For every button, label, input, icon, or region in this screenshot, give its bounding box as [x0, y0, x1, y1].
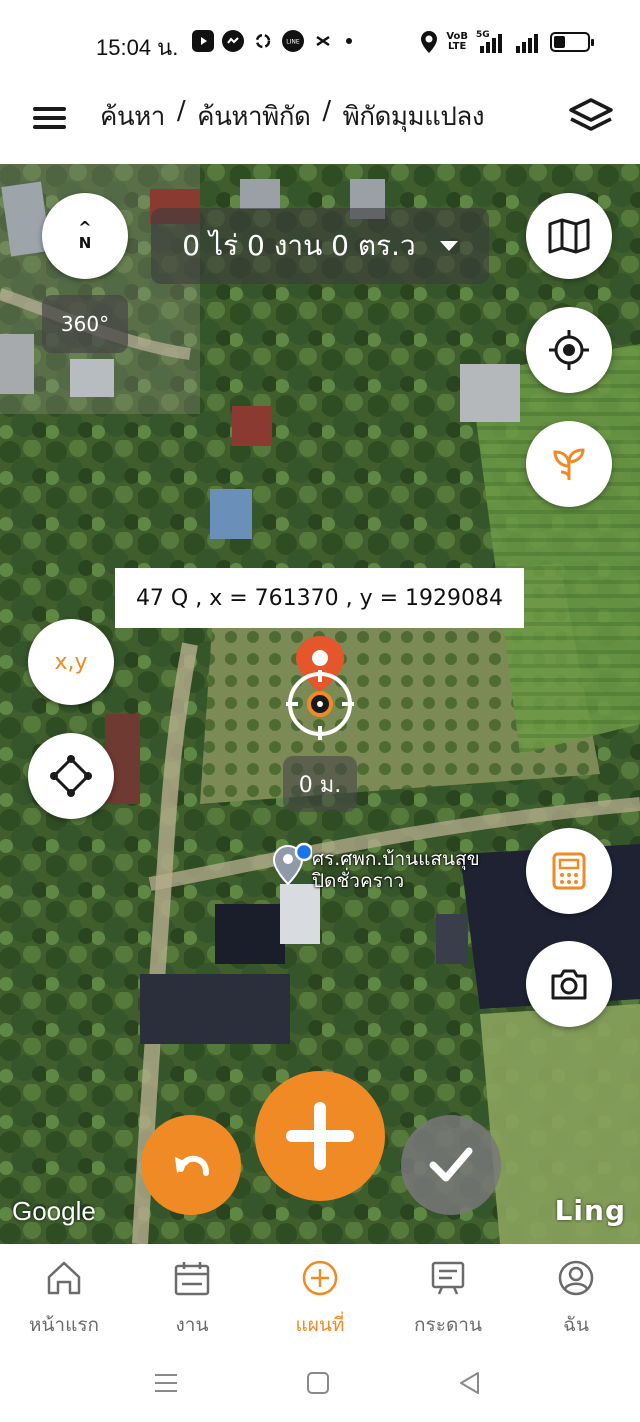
system-status-icons: VoB LTE 5G — [420, 30, 594, 54]
breadcrumb-separator: / — [322, 96, 331, 126]
distance-readout: 0 ม. — [283, 756, 357, 812]
google-attribution: Google — [12, 1196, 96, 1226]
locate-me-button[interactable] — [526, 307, 612, 393]
plus-circle-icon — [302, 1260, 338, 1296]
bottom-navigation: หน้าแรก งาน แผนที่ กระดาน ฉัน — [0, 1244, 640, 1344]
status-time: 15:04 น. — [96, 35, 179, 60]
nav-home[interactable]: หน้าแรก — [0, 1244, 128, 1344]
undo-icon — [175, 1155, 209, 1176]
breadcrumb-search-coordinate[interactable]: ค้นหาพิกัด — [197, 96, 311, 137]
breadcrumb: ค้นหา / ค้นหาพิกัด / พิกัดมุมแปลง — [100, 96, 485, 137]
sync-notification-icon — [252, 30, 274, 52]
polygon-button[interactable] — [28, 733, 114, 819]
nav-map-label: แผนที่ — [295, 1314, 345, 1336]
map-type-button[interactable] — [526, 193, 612, 279]
breadcrumb-separator: / — [176, 96, 186, 126]
nav-me-label: ฉัน — [563, 1314, 589, 1336]
nav-board-label: กระดาน — [414, 1314, 482, 1336]
nav-home-label: หน้าแรก — [28, 1314, 100, 1336]
add-point-button[interactable] — [255, 1071, 385, 1201]
breadcrumb-plot-corner-coordinate: พิกัดมุมแปลง — [342, 102, 485, 132]
hamburger-icon[interactable] — [33, 103, 67, 131]
undo-button[interactable] — [141, 1115, 241, 1215]
home-system-icon[interactable] — [305, 1370, 333, 1396]
camera-button[interactable] — [526, 941, 612, 1027]
calculator-button[interactable] — [526, 828, 612, 914]
breadcrumb-search[interactable]: ค้นหา — [100, 96, 165, 137]
layers-icon[interactable] — [568, 96, 614, 136]
check-icon — [429, 1147, 473, 1182]
polygon-icon — [50, 755, 92, 797]
back-icon[interactable] — [456, 1370, 484, 1396]
camera-icon — [551, 969, 587, 1000]
place-label[interactable]: ศร.ศพก.บ้านแสนสุข ปิดชั่วคราว — [312, 848, 480, 892]
confirm-button[interactable] — [401, 1115, 501, 1215]
volte-bottom-text: LTE — [447, 41, 467, 52]
line-notification-icon: LINE — [282, 30, 304, 52]
capcut-notification-icon — [312, 30, 334, 52]
compass-letter: N — [78, 234, 92, 252]
home-icon — [47, 1261, 81, 1295]
compass-button[interactable]: ^ N — [42, 193, 128, 279]
ling-watermark: Ling — [554, 1194, 626, 1227]
notification-icons: LINE — [192, 30, 352, 52]
area-measurement-dropdown[interactable]: 0 ไร่ 0 งาน 0 ตร.ว — [151, 208, 489, 284]
place-pin-icon[interactable] — [272, 842, 312, 886]
system-navigation — [0, 1344, 640, 1422]
signal-icon — [516, 34, 538, 53]
location-icon — [421, 31, 438, 53]
area-value: 0 ไร่ 0 งาน 0 ตร.ว — [182, 229, 416, 262]
battery-level — [554, 36, 566, 48]
calendar-icon — [174, 1262, 210, 1296]
nav-map[interactable]: แผนที่ — [256, 1244, 384, 1344]
plant-button[interactable] — [526, 421, 612, 507]
nav-tasks-label: งาน — [175, 1314, 209, 1336]
board-icon — [431, 1261, 465, 1295]
messenger-notification-icon — [222, 30, 244, 52]
map-view[interactable]: ^ N 360° 0 ไร่ 0 งาน 0 ตร.ว 47 Q , x = 7… — [0, 164, 640, 1244]
xy-input-button[interactable]: x,y — [28, 619, 114, 705]
recent-apps-icon[interactable] — [152, 1370, 180, 1396]
coordinate-readout: 47 Q , x = 761370 , y = 1929084 — [115, 568, 524, 628]
status-bar: 15:04 น. LINE VoB LTE 5G — [0, 0, 640, 86]
volte-indicator: VoB LTE — [446, 32, 468, 52]
app-header: ค้นหา / ค้นหาพิกัด / พิกัดมุมแปลง — [0, 86, 640, 164]
xy-button-label: x,y — [54, 649, 88, 675]
youtube-notification-icon — [192, 30, 214, 52]
sprout-icon — [553, 448, 585, 480]
rotation-indicator[interactable]: 360° — [42, 295, 128, 353]
north-arrow-icon: ^ — [78, 218, 92, 237]
svg-text:LINE: LINE — [286, 39, 300, 46]
user-icon — [558, 1260, 594, 1296]
map-icon — [548, 218, 590, 254]
place-status: ปิดชั่วคราว — [312, 870, 405, 892]
crosshair-icon — [549, 330, 589, 370]
calculator-icon — [552, 852, 586, 890]
more-notifications-dot — [346, 38, 352, 44]
nav-me[interactable]: ฉัน — [512, 1244, 640, 1344]
location-marker-icon — [286, 636, 354, 740]
signal-5g-icon: 5G — [476, 30, 506, 54]
dropdown-caret-icon — [439, 241, 458, 251]
plus-icon — [286, 1102, 354, 1170]
nav-tasks[interactable]: งาน — [128, 1244, 256, 1344]
nav-board[interactable]: กระดาน — [384, 1244, 512, 1344]
battery-icon — [550, 32, 594, 52]
place-name: ศร.ศพก.บ้านแสนสุข — [312, 848, 480, 870]
